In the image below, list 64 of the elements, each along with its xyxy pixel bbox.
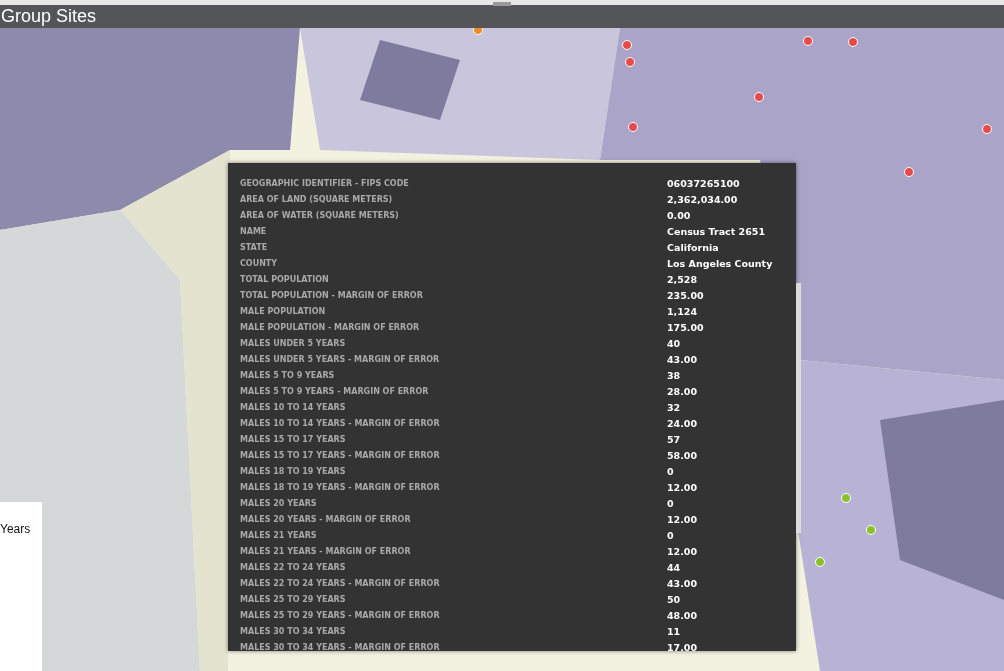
field-label: NAME xyxy=(240,226,268,236)
field-label: MALES 15 TO 17 YEARS xyxy=(240,434,347,444)
field-value: 43.00 xyxy=(667,577,699,589)
field-label: COUNTY xyxy=(240,258,279,268)
app-title: Group Sites xyxy=(0,6,97,27)
field-value: Los Angeles County xyxy=(667,257,774,269)
field-value: 12.00 xyxy=(667,545,699,557)
field-value: 48.00 xyxy=(667,609,699,621)
field-label: MALES 21 YEARS xyxy=(240,530,318,540)
field-label: GEOGRAPHIC IDENTIFIER - FIPS CODE xyxy=(240,178,410,188)
field-value: 57 xyxy=(667,433,682,445)
field-value: 17.00 xyxy=(667,641,699,653)
field-label: MALES 30 TO 34 YEARS xyxy=(240,626,347,636)
field-value: 0 xyxy=(667,529,675,541)
field-label: AREA OF LAND (SQUARE METERS) xyxy=(240,194,394,204)
drag-handle[interactable] xyxy=(493,2,511,6)
field-value: 0 xyxy=(667,465,675,477)
field-label: MALES 30 TO 34 YEARS - MARGIN OF ERROR xyxy=(240,642,441,652)
field-value: 11 xyxy=(667,625,682,637)
field-value: 32 xyxy=(667,401,682,413)
field-label: MALES 25 TO 29 YEARS xyxy=(240,594,347,604)
field-value: 24.00 xyxy=(667,417,699,429)
field-value: 2,362,034.00 xyxy=(667,193,739,205)
field-value: 0.00 xyxy=(667,209,692,221)
field-label: TOTAL POPULATION xyxy=(240,274,330,284)
field-value: 38 xyxy=(667,369,682,381)
field-label: AREA OF WATER (SQUARE METERS) xyxy=(240,210,400,220)
field-value: 12.00 xyxy=(667,513,699,525)
field-label: MALES 22 TO 24 YEARS - MARGIN OF ERROR xyxy=(240,578,441,588)
field-label: MALE POPULATION xyxy=(240,306,327,316)
field-value: 40 xyxy=(667,337,682,349)
field-value: Census Tract 2651 xyxy=(667,225,766,237)
field-label: MALES 21 YEARS - MARGIN OF ERROR xyxy=(240,546,412,556)
field-value: 175.00 xyxy=(667,321,705,333)
field-value: 235.00 xyxy=(667,289,705,301)
field-label: MALES 18 TO 19 YEARS - MARGIN OF ERROR xyxy=(240,482,441,492)
field-value: 2,528 xyxy=(667,273,699,285)
field-label: MALES 10 TO 14 YEARS - MARGIN OF ERROR xyxy=(240,418,441,428)
field-value: 43.00 xyxy=(667,353,699,365)
field-label: MALES 10 TO 14 YEARS xyxy=(240,402,347,412)
field-label: MALES 22 TO 24 YEARS xyxy=(240,562,347,572)
field-label: MALES 18 TO 19 YEARS xyxy=(240,466,347,476)
field-label: MALES 25 TO 29 YEARS - MARGIN OF ERROR xyxy=(240,610,441,620)
scrollbar[interactable] xyxy=(796,283,801,533)
field-value: 28.00 xyxy=(667,385,699,397)
field-label: MALE POPULATION - MARGIN OF ERROR xyxy=(240,322,421,332)
field-label: MALES UNDER 5 YEARS - MARGIN OF ERROR xyxy=(240,354,441,364)
legend-label: Years xyxy=(0,522,32,536)
field-label: MALES 20 YEARS - MARGIN OF ERROR xyxy=(240,514,412,524)
field-value: 0 xyxy=(667,497,675,509)
field-label: MALES 5 TO 9 YEARS xyxy=(240,370,336,380)
field-value: California xyxy=(667,241,720,253)
field-value: 44 xyxy=(667,561,682,573)
field-value: 50 xyxy=(667,593,682,605)
field-label: MALES 5 TO 9 YEARS - MARGIN OF ERROR xyxy=(240,386,430,396)
field-value: 06037265100 xyxy=(667,177,741,189)
field-value: 1,124 xyxy=(667,305,699,317)
field-label: MALES UNDER 5 YEARS xyxy=(240,338,347,348)
field-label: TOTAL POPULATION - MARGIN OF ERROR xyxy=(240,290,424,300)
field-label: STATE xyxy=(240,242,269,252)
field-label: MALES 20 YEARS xyxy=(240,498,318,508)
field-label: MALES 15 TO 17 YEARS - MARGIN OF ERROR xyxy=(240,450,441,460)
field-value: 12.00 xyxy=(667,481,699,493)
field-value: 58.00 xyxy=(667,449,699,461)
